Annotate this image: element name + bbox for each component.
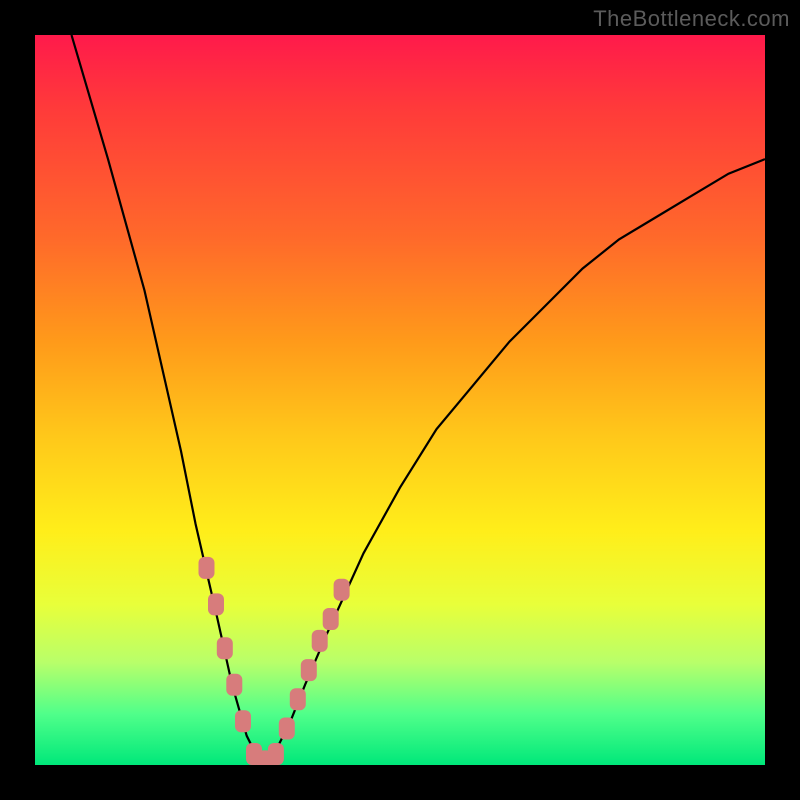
data-marker bbox=[208, 593, 224, 615]
data-marker bbox=[323, 608, 339, 630]
curve-layer bbox=[35, 35, 765, 765]
data-marker bbox=[312, 630, 328, 652]
data-marker bbox=[290, 688, 306, 710]
bottleneck-curve bbox=[72, 35, 766, 765]
marker-group bbox=[199, 557, 350, 765]
data-marker bbox=[217, 637, 233, 659]
data-marker bbox=[334, 579, 350, 601]
data-marker bbox=[226, 674, 242, 696]
chart-frame: TheBottleneck.com bbox=[0, 0, 800, 800]
data-marker bbox=[199, 557, 215, 579]
data-marker bbox=[268, 743, 284, 765]
data-marker bbox=[279, 718, 295, 740]
data-marker bbox=[235, 710, 251, 732]
attribution-text: TheBottleneck.com bbox=[593, 6, 790, 32]
plot-area bbox=[35, 35, 765, 765]
data-marker bbox=[301, 659, 317, 681]
